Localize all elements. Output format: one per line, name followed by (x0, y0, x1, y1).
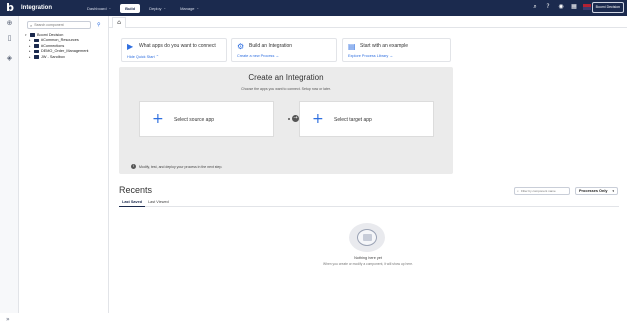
search-icon: ⌕ (30, 22, 33, 28)
select-target-app-button[interactable]: + Select target app (299, 101, 434, 137)
main-content: ⌂ ▶ What apps do you want to connect Hid… (109, 16, 627, 313)
recents-tabs: Last Saved Last Viewed (119, 199, 619, 207)
info-note: i Modify, test, and deploy your process … (131, 164, 222, 169)
tree-item-label: Boomi Decision (37, 32, 64, 37)
select-source-app-button[interactable]: + Select source app (139, 101, 274, 137)
recents-filter[interactable]: ⌕ (514, 187, 570, 195)
folder-icon (30, 33, 35, 37)
nav-manage[interactable]: Manage ⌄ (175, 4, 204, 13)
hide-quick-start-link[interactable]: Hide Quick Start ⌃ (127, 54, 159, 59)
component-search[interactable]: ⌕ (27, 21, 91, 29)
folder-icon (34, 49, 39, 53)
empty-subtitle: When you create or modify a component, i… (323, 262, 413, 266)
target-app-label: Select target app (334, 117, 372, 123)
home-tab[interactable]: ⌂ (112, 17, 126, 28)
nav-build[interactable]: Build (120, 3, 141, 13)
search-icon[interactable]: ⌕ (531, 3, 539, 11)
create-integration-panel: Create an Integration Choose the apps yo… (119, 67, 453, 174)
empty-title: Nothing here yet (354, 256, 382, 260)
source-app-label: Select source app (174, 117, 215, 123)
expand-icon[interactable]: » (6, 316, 10, 323)
nav-dashboard[interactable]: Dashboard ⌄ (82, 4, 116, 13)
folder-icon (34, 38, 39, 42)
folder-icon (34, 44, 39, 48)
nav-dashboard-label: Dashboard (87, 5, 107, 11)
folder-tree: ▾ Boomi Decision ▸ #Common_Resources ▸ #… (25, 32, 88, 60)
search-icon: ⌕ (517, 189, 519, 193)
tab-last-viewed[interactable]: Last Viewed (145, 199, 172, 207)
nav-build-label: Build (125, 5, 136, 11)
recents-title: Recents (119, 185, 153, 195)
nav-deploy-label: Deploy (149, 5, 162, 11)
tree-item-label: DEMO_Order_Management (41, 49, 89, 54)
info-text: Modify, test, and deploy your process in… (139, 164, 223, 169)
tree-item-label: JW - Sandbox (41, 54, 65, 59)
card-title: Start with an example (360, 43, 409, 49)
example-card: ▤ Start with an example Explore Process … (342, 38, 451, 62)
create-title: Create an Integration (248, 73, 324, 82)
tab-last-saved[interactable]: Last Saved (119, 199, 146, 207)
card-title: Build an Integration (249, 43, 293, 49)
chevron-down-icon: ⌄ (108, 6, 112, 10)
boomi-logo-icon[interactable]: b (4, 2, 16, 14)
empty-box-inner (363, 234, 372, 241)
arrow-right-icon: → (292, 115, 299, 122)
plus-icon: + (312, 111, 324, 127)
recents-filter-input[interactable] (520, 189, 569, 193)
app-title: Integration (21, 5, 52, 11)
tree-item-label: #Connections (41, 43, 65, 48)
main-nav: Dashboard ⌄ Build Deploy ⌄ Manage ⌄ (82, 3, 204, 13)
component-browser: ⌕ ⚲ ▾ Boomi Decision ▸ #Common_Resources… (19, 16, 109, 313)
card-title: What apps do you want to connect (139, 43, 216, 49)
create-subtitle: Choose the apps you want to connect. Set… (241, 87, 331, 91)
book-icon[interactable]: ▯ (5, 34, 14, 43)
layers-icon[interactable]: ◈ (5, 54, 14, 63)
tree-item-label: #Common_Resources (41, 38, 79, 43)
left-rail: ⊕ ▯ ◈ » (0, 16, 19, 323)
nav-manage-label: Manage (180, 5, 195, 11)
quick-start-card: ▶ What apps do you want to connect Hide … (121, 38, 227, 62)
processes-select[interactable]: Processes Only ▾ (575, 187, 618, 195)
empty-state-illustration (349, 223, 385, 252)
tab-strip: ⌂ (109, 16, 627, 28)
build-integration-card: ⚙ Build an Integration Create a new Proc… (231, 38, 337, 62)
create-process-link[interactable]: Create a new Process → (237, 54, 279, 58)
top-icon-group: ⌕ ? ◉ ▦ (531, 3, 591, 11)
help-icon[interactable]: ? (544, 3, 552, 11)
book-icon: ▤ (348, 42, 356, 51)
component-explorer-icon[interactable]: ⊕ (5, 19, 14, 28)
build-icon: ⚙ (237, 42, 245, 51)
nav-deploy[interactable]: Deploy ⌄ (144, 4, 171, 13)
tree-item[interactable]: ▸ JW - Sandbox (25, 54, 88, 60)
filter-icon[interactable]: ⚲ (97, 22, 101, 28)
info-icon: i (131, 164, 136, 169)
flag-icon[interactable] (583, 4, 591, 10)
explore-library-link[interactable]: Explore Process Library → (348, 54, 393, 58)
apps-icon[interactable]: ▦ (570, 3, 578, 11)
chevron-down-icon: ▾ (612, 189, 614, 193)
empty-box-icon (357, 229, 377, 246)
top-navigation-bar: b Integration Dashboard ⌄ Build Deploy ⌄… (0, 0, 627, 16)
folder-icon (34, 55, 39, 59)
play-icon: ▶ (127, 42, 134, 51)
processes-select-value: Processes Only (579, 189, 608, 193)
plus-icon: + (152, 111, 164, 127)
chevron-down-icon: ⌄ (163, 6, 167, 10)
notifications-icon[interactable]: ◉ (557, 3, 565, 11)
account-button[interactable]: Boomi Decision (591, 2, 624, 13)
component-search-input[interactable] (34, 23, 90, 27)
chevron-down-icon: ⌄ (196, 6, 200, 10)
connector-dot (288, 117, 290, 120)
